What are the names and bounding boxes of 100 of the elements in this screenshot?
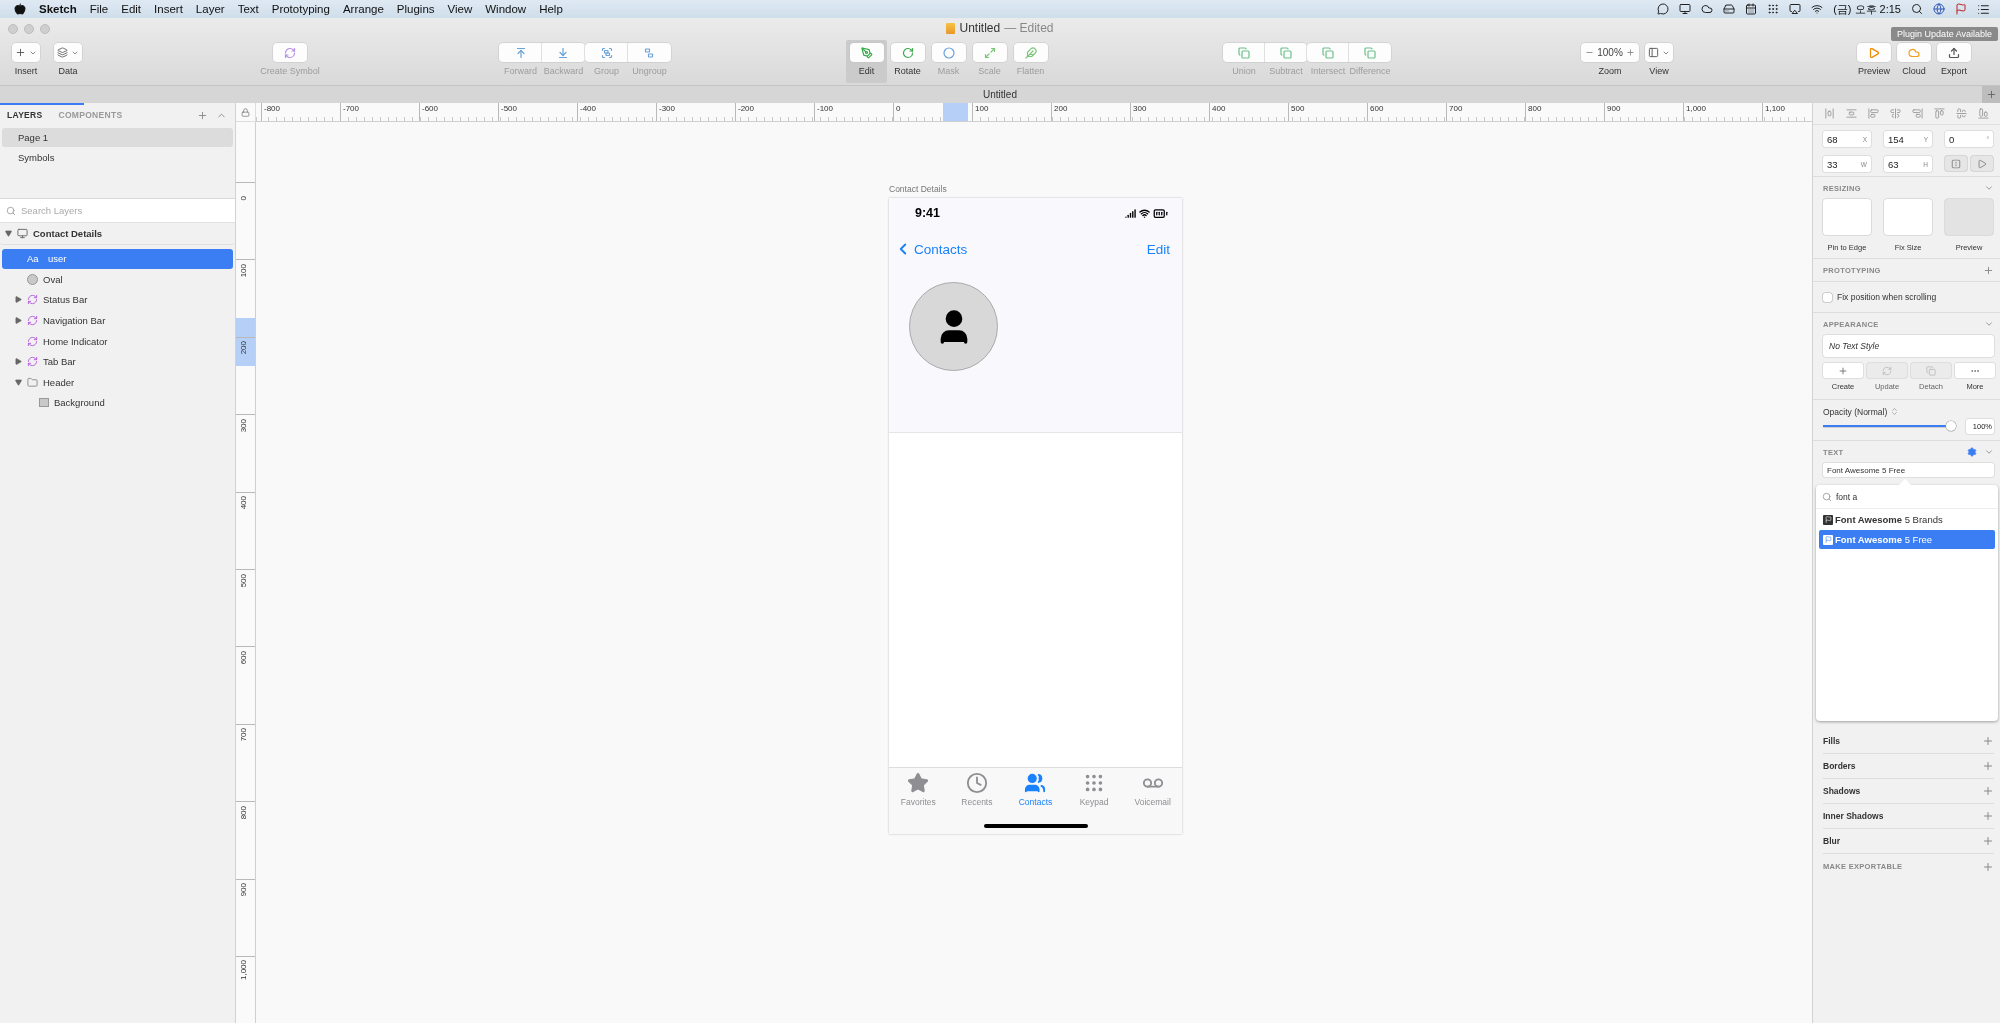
menu-item[interactable]: File xyxy=(89,3,109,15)
layer-row[interactable]: Background xyxy=(2,393,233,413)
slider-thumb[interactable] xyxy=(1946,421,1956,431)
calendar-icon[interactable] xyxy=(1745,3,1758,15)
disclosure-icon[interactable] xyxy=(4,230,12,237)
menu-item[interactable]: Text xyxy=(237,3,259,15)
plus-icon[interactable] xyxy=(1982,785,1994,797)
menu-item[interactable]: Plugins xyxy=(396,3,435,15)
airplay-icon[interactable] xyxy=(1789,3,1802,15)
menu-item[interactable]: Prototyping xyxy=(271,3,330,15)
search-field[interactable]: Search Layers xyxy=(0,199,235,223)
plus-icon[interactable] xyxy=(1982,735,1994,747)
toolbar-button[interactable]: View xyxy=(1641,40,1677,83)
flag-icon[interactable] xyxy=(1955,3,1967,15)
align-icon[interactable] xyxy=(1868,108,1880,119)
font-dropdown[interactable]: Font Awesome 5 Free xyxy=(1823,463,1994,477)
chevron-icon[interactable] xyxy=(1984,319,1994,329)
lock-icon[interactable] xyxy=(241,107,250,117)
chat-icon[interactable] xyxy=(1657,3,1670,15)
search-icon[interactable] xyxy=(1911,3,1923,15)
align-icon[interactable] xyxy=(1955,108,1967,119)
layer-row[interactable]: Oval xyxy=(2,269,233,290)
menu-icon[interactable] xyxy=(1977,2,1990,16)
apple-icon[interactable] xyxy=(14,3,26,15)
flip-vertical-button[interactable] xyxy=(1971,156,1993,171)
align-icon[interactable] xyxy=(1977,108,1989,119)
drive-icon[interactable] xyxy=(1723,3,1736,15)
align-icon[interactable] xyxy=(1933,108,1945,119)
align-icon[interactable] xyxy=(1890,108,1902,119)
settings-icon[interactable] xyxy=(1967,447,1977,457)
tab-bar-item[interactable]: Contacts xyxy=(1008,772,1063,807)
toolbar-button[interactable]: Insert xyxy=(5,40,47,83)
ruler-label: -800 xyxy=(261,103,340,121)
layer-row[interactable]: Contact Details xyxy=(0,223,235,245)
font-option[interactable]: Font Awesome 5 Brands xyxy=(1819,510,1995,529)
edit-link[interactable]: Edit xyxy=(1146,241,1170,257)
chevron-icon[interactable] xyxy=(1984,447,1994,457)
menu-clock[interactable]: (금) 오후 2:15 xyxy=(1833,1,1901,17)
resizing-tile[interactable] xyxy=(1945,199,1993,235)
menu-item[interactable]: Insert xyxy=(154,3,183,15)
grid-icon[interactable] xyxy=(1767,3,1780,15)
layer-row[interactable]: Header xyxy=(2,372,233,393)
layer-row[interactable]: Aa user xyxy=(2,249,233,269)
plus-icon[interactable] xyxy=(1982,860,1994,873)
search-input[interactable]: Search Layers xyxy=(19,204,199,217)
toolbar-button[interactable]: Edit xyxy=(846,40,887,83)
disclosure-icon[interactable] xyxy=(14,378,22,386)
app-menu[interactable]: Sketch xyxy=(39,3,77,15)
close-button[interactable] xyxy=(8,24,18,34)
plus-icon[interactable] xyxy=(1982,835,1994,847)
text-style-dropdown[interactable]: No Text Style xyxy=(1823,335,1994,357)
layer-row[interactable]: Status Bar xyxy=(2,290,233,310)
wifi-icon[interactable] xyxy=(1811,3,1824,15)
layer-row[interactable]: Home Indicator xyxy=(2,331,233,351)
artboard-title[interactable]: Contact Details xyxy=(889,184,1182,194)
layer-row[interactable]: Tab Bar xyxy=(2,351,233,372)
menu-item[interactable]: Layer xyxy=(195,3,225,15)
plus-icon[interactable] xyxy=(1982,760,1994,772)
globe-icon[interactable] xyxy=(1933,3,1945,15)
page-item[interactable]: Page 1 xyxy=(2,128,233,147)
plus-icon[interactable] xyxy=(1983,264,1994,276)
monitor-icon[interactable] xyxy=(1679,3,1692,15)
stepper-icon[interactable] xyxy=(1890,407,1900,416)
menu-item[interactable]: Arrange xyxy=(342,3,384,15)
align-icon[interactable] xyxy=(1824,108,1836,119)
cloud-icon[interactable] xyxy=(1701,3,1714,15)
plus-icon[interactable] xyxy=(1982,810,1994,822)
toolbar-button[interactable]: 100% Zoom xyxy=(1579,40,1641,83)
chevron-icon[interactable] xyxy=(1984,183,1994,193)
font-search-field[interactable]: font a xyxy=(1836,491,1858,502)
toolbar-button[interactable]: Preview xyxy=(1854,40,1894,83)
panel-tab[interactable]: LAYERS xyxy=(7,110,43,120)
menu-item[interactable]: Window xyxy=(485,3,527,15)
back-link[interactable]: Contacts xyxy=(914,241,968,257)
resizing-tile[interactable] xyxy=(1823,199,1871,235)
menu-item[interactable]: Edit xyxy=(121,3,142,15)
minimize-button[interactable] xyxy=(24,24,34,34)
flip-horizontal-button[interactable] xyxy=(1945,156,1967,171)
disclosure-icon[interactable] xyxy=(14,358,22,366)
checkbox[interactable] xyxy=(1823,292,1832,302)
toolbar-button[interactable]: Cloud xyxy=(1894,40,1934,83)
toolbar-button[interactable]: Rotate xyxy=(887,40,928,83)
resizing-tile[interactable] xyxy=(1884,199,1932,235)
disclosure-icon[interactable] xyxy=(14,296,22,304)
align-icon[interactable] xyxy=(1846,108,1858,119)
layer-row[interactable]: Navigation Bar xyxy=(2,310,233,331)
zoom-in-icon[interactable] xyxy=(1625,48,1635,57)
page-item[interactable]: Symbols xyxy=(2,148,233,167)
plus-icon[interactable] xyxy=(197,109,208,121)
align-icon[interactable] xyxy=(1911,108,1923,119)
toolbar-button[interactable]: Export xyxy=(1934,40,1974,83)
menu-item[interactable]: Help xyxy=(539,3,563,15)
toolbar-button[interactable]: Data xyxy=(47,40,89,83)
disclosure-icon[interactable] xyxy=(14,317,22,325)
zoom-button[interactable] xyxy=(40,24,50,34)
field-value: 68 xyxy=(1827,133,1838,145)
font-option[interactable]: Font Awesome 5 Free xyxy=(1819,530,1995,549)
new-tab-button[interactable] xyxy=(1982,86,2000,103)
document-tab[interactable]: Untitled xyxy=(983,89,1017,100)
menu-item[interactable]: View xyxy=(447,3,473,15)
